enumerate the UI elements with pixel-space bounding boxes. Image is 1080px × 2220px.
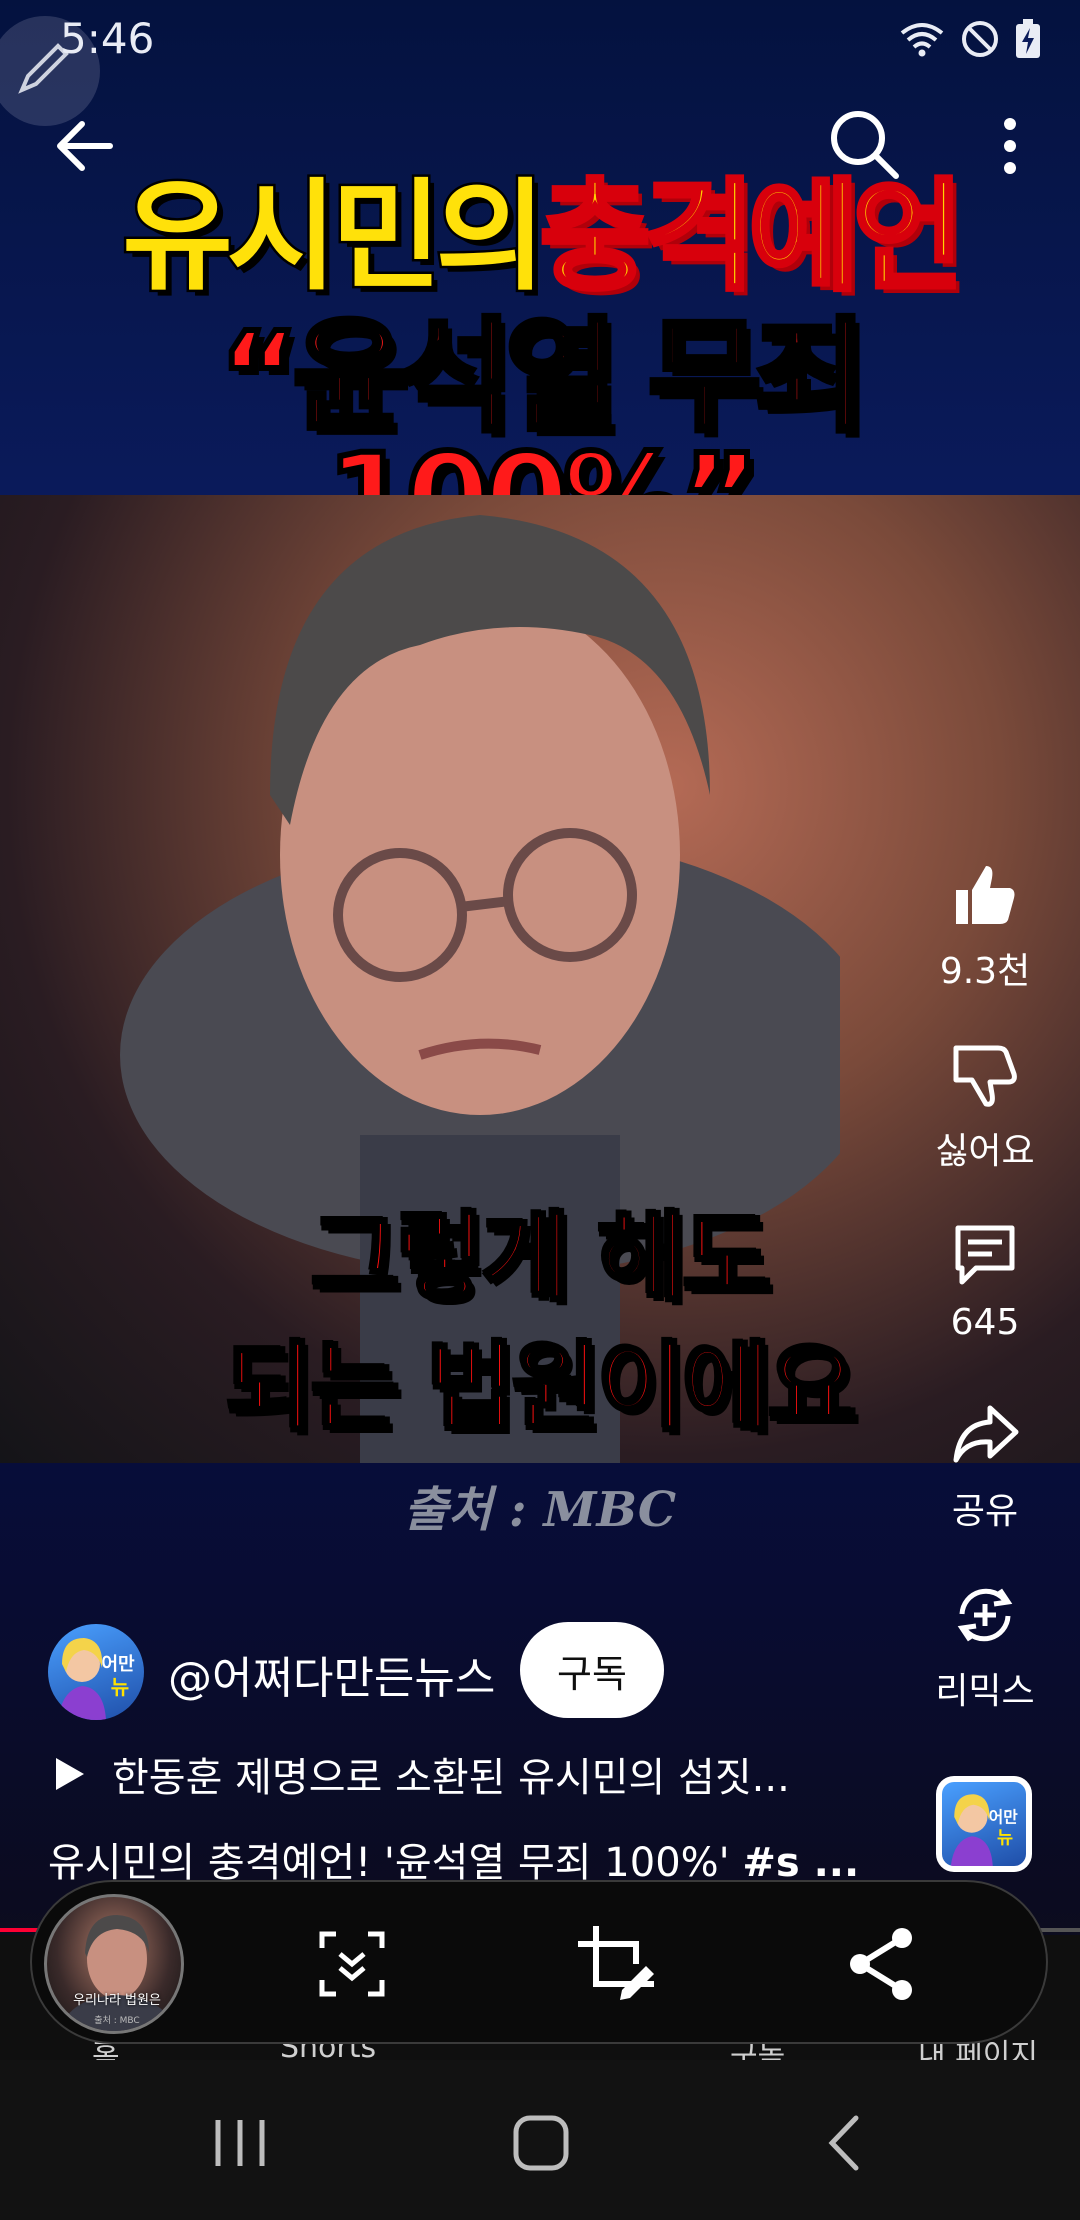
svg-text:뉴: 뉴: [111, 1675, 129, 1699]
comments-button[interactable]: 645: [920, 1220, 1050, 1343]
status-bar: 5:46: [0, 0, 1080, 126]
screenshot-thumbnail[interactable]: 우리나라 법원은 출처 : MBC: [44, 1894, 184, 2034]
svg-text:어만: 어만: [989, 1807, 1018, 1826]
source-caption: 출처 : MBC: [403, 1482, 677, 1538]
play-icon: [56, 1758, 84, 1790]
scroll-capture-icon: [319, 1931, 385, 1997]
system-navigation-bar: [0, 2060, 1080, 2220]
video-subtitle-line-1: 그렇게 해도: [309, 1200, 773, 1316]
battery-charging-icon: [1016, 19, 1040, 58]
back-button[interactable]: [48, 110, 120, 182]
like-count: 9.3천: [939, 951, 1031, 992]
wifi-icon: [900, 23, 944, 57]
status-time: 5:46: [60, 14, 155, 63]
shorts-player-screen: 5:46 유시민의충격예언 “윤석열 무죄 그렇게 해도 되는 법원이에요 출처…: [0, 0, 1080, 2220]
do-not-disturb-icon: [962, 21, 998, 57]
thumbs-down-icon: [953, 1045, 1017, 1107]
remix-label: 리믹스: [935, 1671, 1035, 1712]
video-subtitle-line-2: 되는 법원이에요: [224, 1330, 859, 1446]
system-back-button[interactable]: [806, 2108, 886, 2178]
sound-avatar-image: 어만 뉴: [950, 1794, 1018, 1866]
more-vert-icon: [1004, 118, 1016, 174]
headline-line-1: 유시민의충격예언: [0, 175, 1080, 300]
avatar-image: 어만 뉴: [58, 1638, 135, 1720]
sound-thumbnail[interactable]: 어만 뉴: [936, 1776, 1032, 1872]
arrow-back-icon: [57, 121, 113, 171]
recent-apps-icon: [215, 2120, 265, 2166]
svg-text:뉴: 뉴: [997, 1828, 1013, 1848]
share-icon: [850, 1928, 912, 2000]
scroll-capture-button[interactable]: [308, 1920, 396, 2008]
remix-icon: [957, 1588, 1013, 1642]
comment-count: 645: [950, 1302, 1020, 1343]
chevron-left-icon: [828, 2115, 859, 2171]
remix-button[interactable]: 리믹스: [920, 1580, 1050, 1714]
comment-icon: [955, 1225, 1015, 1285]
video-frame[interactable]: 그렇게 해도 되는 법원이에요: [0, 495, 1080, 1463]
related-video-title: 한동훈 제명으로 소환된 유시민의 섬짓...: [112, 1755, 790, 1801]
channel-avatar[interactable]: 어만 뉴: [48, 1624, 144, 1720]
status-icons: [898, 18, 1042, 60]
svg-text:어만: 어만: [101, 1654, 135, 1675]
crop-edit-icon: [578, 1926, 654, 2000]
headline-highlight: 충격예언: [538, 168, 967, 307]
share-label: 공유: [951, 1491, 1019, 1532]
channel-handle[interactable]: @어쩌다만든뉴스: [168, 1642, 495, 1706]
dislike-button[interactable]: 싫어요: [920, 1040, 1050, 1174]
subscribe-button[interactable]: 구독: [520, 1622, 664, 1718]
recent-apps-button[interactable]: [200, 2108, 280, 2178]
headline-name: 유시민의: [120, 168, 549, 307]
related-video-link[interactable]: 한동훈 제명으로 소환된 유시민의 섬짓...: [52, 1745, 790, 1803]
dislike-label: 싫어요: [935, 1131, 1035, 1172]
thumbs-up-icon: [956, 866, 1015, 924]
thumbnail-source: 출처 : MBC: [94, 2016, 140, 2026]
more-options-button[interactable]: [982, 110, 1038, 182]
like-button[interactable]: 9.3천: [920, 860, 1050, 994]
share-arrow-icon: [953, 1405, 1019, 1463]
share-button[interactable]: 공유: [920, 1400, 1050, 1534]
home-icon: [513, 2115, 569, 2171]
share-capture-button[interactable]: [838, 1920, 926, 2008]
home-button[interactable]: [502, 2108, 582, 2178]
crop-edit-button[interactable]: [572, 1920, 660, 2008]
thumbnail-caption: 우리나라 법원은: [73, 1993, 161, 2008]
screenshot-toolbar: 우리나라 법원은 출처 : MBC: [30, 1880, 1048, 2044]
